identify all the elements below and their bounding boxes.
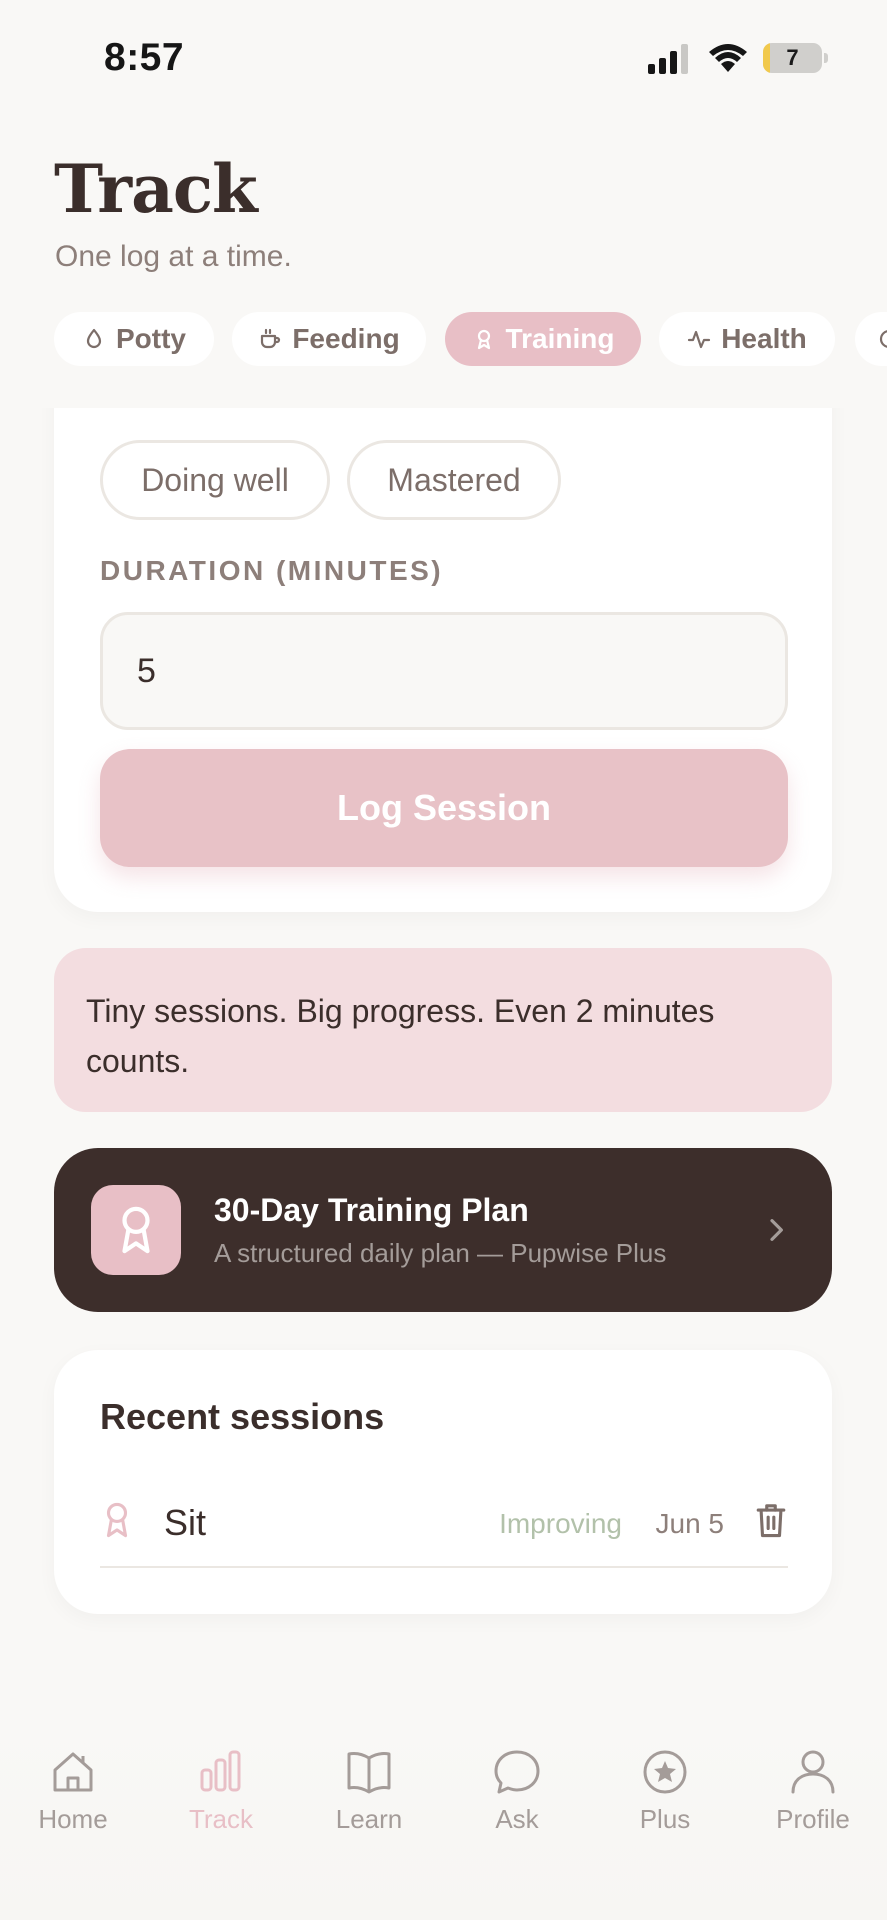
nav-track[interactable]: Track <box>161 1746 281 1856</box>
home-icon <box>53 1752 93 1792</box>
bar-chart-icon <box>200 1750 241 1792</box>
ribbon-icon <box>106 1502 128 1538</box>
tab-feeding[interactable]: Feeding <box>232 312 426 366</box>
nav-label: Profile <box>776 1804 850 1834</box>
bottom-nav: Home Track Learn Ask Plus Profile <box>0 1716 887 1920</box>
battery-icon: 7 <box>763 43 828 73</box>
duration-label: DURATION (MINUTES) <box>100 555 444 586</box>
progress-chip-mastered[interactable]: Mastered <box>347 440 561 520</box>
duration-input[interactable] <box>100 612 788 730</box>
cellular-signal-icon <box>648 44 688 74</box>
pulse-icon <box>688 330 711 349</box>
plan-title: 30-Day Training Plan <box>214 1192 529 1228</box>
cup-icon <box>261 328 281 349</box>
ribbon-icon <box>122 1206 150 1254</box>
session-name: Sit <box>164 1502 207 1543</box>
nav-label: Home <box>38 1804 108 1834</box>
nav-plus[interactable]: Plus <box>605 1746 725 1856</box>
tab-label: Health <box>721 323 807 354</box>
nav-label: Plus <box>639 1804 691 1834</box>
status-bar: 8:57 7 <box>0 0 887 118</box>
status-time: 8:57 <box>104 36 185 79</box>
drop-icon <box>86 328 102 349</box>
category-tabs: Potty Feeding Training Health <box>0 312 887 408</box>
wifi-icon <box>709 44 747 72</box>
nav-profile[interactable]: Profile <box>753 1746 873 1856</box>
nav-ask[interactable]: Ask <box>457 1746 577 1856</box>
nav-label: Track <box>188 1804 254 1834</box>
trash-icon[interactable] <box>754 1500 788 1540</box>
ribbon-icon <box>477 329 490 350</box>
progress-chip-label: Doing well <box>141 461 289 498</box>
page-subtitle: One log at a time. <box>55 240 292 273</box>
nav-home[interactable]: Home <box>13 1746 133 1856</box>
plan-icon-tile <box>91 1185 181 1275</box>
log-session-button[interactable]: Log Session <box>100 749 788 867</box>
nav-label: Ask <box>495 1804 539 1834</box>
more-icon <box>879 330 887 348</box>
session-status: Improving <box>499 1508 622 1539</box>
tab-label: Potty <box>116 323 186 354</box>
tab-label: Feeding <box>292 323 400 354</box>
tip-banner: Tiny sessions. Big progress. Even 2 minu… <box>54 948 832 1112</box>
tab-training[interactable]: Training <box>445 312 641 366</box>
person-icon <box>791 1750 835 1794</box>
nav-label: Learn <box>335 1804 403 1834</box>
chevron-right-icon <box>770 1219 783 1241</box>
progress-chip-label: Mastered <box>387 461 521 498</box>
tab-more[interactable] <box>855 312 887 366</box>
training-plan-banner[interactable]: 30-Day Training Plan A structured daily … <box>54 1148 832 1312</box>
progress-chip-doing-well[interactable]: Doing well <box>100 440 330 520</box>
nav-learn[interactable]: Learn <box>309 1746 429 1856</box>
tab-potty[interactable]: Potty <box>54 312 214 366</box>
recent-sessions-title: Recent sessions <box>100 1396 385 1437</box>
tab-label: Training <box>505 323 615 354</box>
tab-health[interactable]: Health <box>659 312 835 366</box>
page-title: Track <box>54 150 258 228</box>
star-circle-icon <box>643 1750 687 1794</box>
session-date: Jun 5 <box>655 1508 725 1539</box>
recent-sessions-card: Recent sessions Sit Improving Jun 5 <box>54 1350 832 1614</box>
plan-subtitle: A structured daily plan — Pupwise Plus <box>214 1238 667 1268</box>
battery-level: 7 <box>786 45 799 70</box>
training-log-card: Doing well Mastered DURATION (MINUTES) L… <box>54 320 832 912</box>
book-icon <box>347 1752 391 1794</box>
chat-bubble-icon <box>494 1750 540 1794</box>
session-row[interactable]: Sit Improving Jun 5 <box>100 1480 788 1568</box>
